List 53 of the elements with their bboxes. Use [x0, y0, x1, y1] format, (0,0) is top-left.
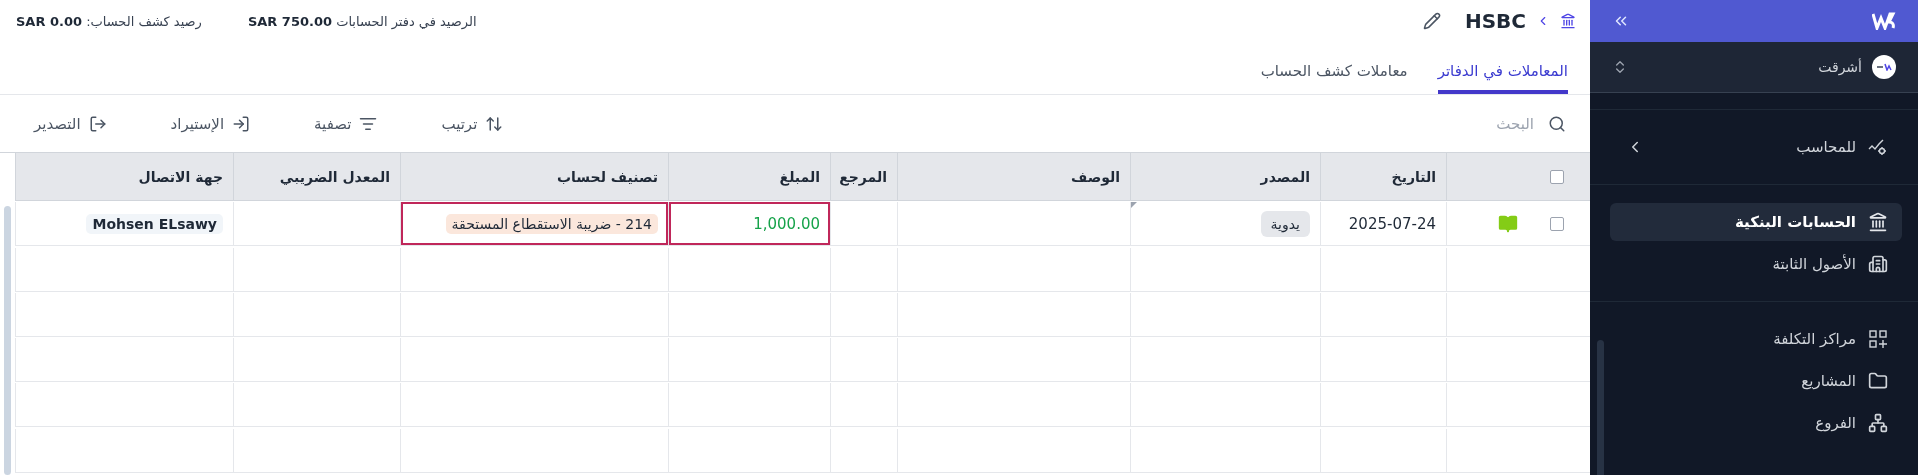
tab[interactable]: المعاملات في الدفاتر: [1437, 62, 1568, 94]
column-header: جهة الاتصال: [15, 153, 233, 201]
column-header: الوصف: [897, 153, 1130, 201]
column-header: المرجع: [830, 153, 897, 201]
checkbox[interactable]: [1550, 169, 1564, 184]
chart-gear-icon: [1868, 137, 1888, 157]
scrollbar-thumb[interactable]: [4, 206, 11, 475]
table-cell: [830, 338, 897, 382]
date-text: 2025-07-24: [1348, 214, 1436, 233]
table-cell: [830, 383, 897, 428]
sidebar-item[interactable]: المشاريع: [1610, 362, 1902, 400]
book-icon: [1498, 213, 1518, 234]
table-cell: [830, 247, 897, 292]
org-switcher[interactable]: أشرقت: [1590, 42, 1918, 93]
table-cell: [830, 292, 897, 337]
column-header: المبلغ: [668, 153, 830, 201]
sidebar-item[interactable]: الحسابات البنكية: [1610, 203, 1902, 241]
sidebar-item[interactable]: الأصول الثابتة: [1610, 245, 1902, 283]
logo-icon: [1872, 12, 1898, 30]
branches-icon: [1868, 413, 1888, 433]
sidebar-item[interactable]: للمحاسب: [1610, 128, 1902, 166]
sidebar-item[interactable]: الفروع: [1610, 404, 1902, 442]
corner-marker-icon: [1131, 202, 1137, 209]
contact-tag: Mohsen ELsawy: [86, 213, 223, 234]
column-header: التاريخ: [1320, 153, 1446, 201]
account-tag: 214 - ضريبة الاستقطاع المستحقة: [445, 213, 658, 234]
page-title: HSBC: [1464, 9, 1526, 33]
checkbox[interactable]: [1550, 216, 1564, 231]
sort-icon: [485, 114, 504, 133]
bank-icon[interactable]: [1560, 13, 1576, 29]
org-name: أشرقت: [1818, 59, 1862, 75]
org-avatar: [1872, 55, 1896, 79]
import-button[interactable]: الإستيراد: [166, 110, 255, 137]
search-icon: [1548, 114, 1566, 133]
filter-button[interactable]: تصفية: [310, 110, 382, 137]
sidebar-item[interactable]: مراكز التكلفة: [1610, 320, 1902, 358]
building-icon: [1868, 254, 1888, 274]
source-badge: يدوية: [1260, 210, 1310, 237]
column-header: تصنيف لحساب: [400, 153, 668, 201]
edit-icon[interactable]: [1422, 12, 1441, 30]
column-header: المصدر: [1130, 153, 1320, 201]
grid-plus-icon: [1868, 329, 1888, 349]
tab[interactable]: معاملات كشف الحساب: [1260, 62, 1408, 94]
export-icon: [88, 114, 107, 133]
column-header: المعدل الضريبي: [233, 153, 400, 201]
sort-button[interactable]: ترتيب: [437, 110, 508, 137]
bank-icon: [1868, 212, 1888, 232]
import-icon: [232, 114, 251, 133]
search-field[interactable]: البحث: [1372, 113, 1536, 134]
amount-text: 1,000.00: [753, 214, 820, 233]
export-button[interactable]: التصدير: [30, 110, 111, 137]
table-cell: [830, 428, 897, 473]
folder-icon: [1868, 371, 1888, 391]
